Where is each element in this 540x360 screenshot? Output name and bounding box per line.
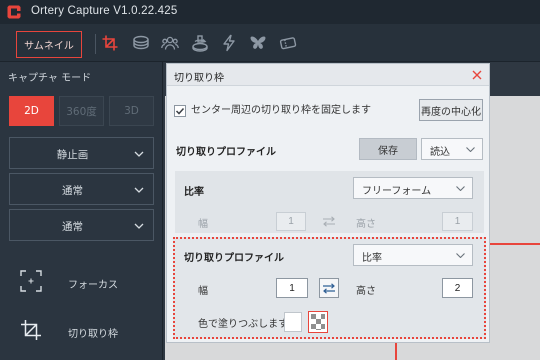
chevron-down-icon [466, 147, 475, 152]
width-label: 幅 [198, 286, 208, 297]
focus-tool-label[interactable]: フォーカス [68, 276, 118, 291]
capture-type-value: 静止画 [56, 149, 89, 161]
ratio-height-label: 高さ [356, 219, 376, 230]
save-button[interactable]: 保存 [359, 138, 417, 160]
fill-white-swatch[interactable] [284, 312, 302, 332]
crop-icon[interactable] [19, 318, 43, 342]
crop-icon[interactable] [101, 34, 119, 52]
ratio-select-value: フリーフォーム [362, 186, 432, 197]
ratio-width-input[interactable] [276, 212, 306, 231]
toolbar-divider [95, 34, 96, 54]
lightning-icon[interactable] [220, 34, 238, 52]
layers-icon[interactable] [132, 34, 150, 52]
checker-pattern [311, 314, 325, 330]
butterfly-icon[interactable] [249, 34, 267, 52]
app-title: Ortery Capture V1.0.22.425 [31, 5, 178, 17]
crop-profile-label: 切り取りプロファイル [176, 147, 276, 158]
height-label: 高さ [356, 286, 376, 297]
ortery-logo-icon [6, 4, 22, 20]
people-icon[interactable] [161, 34, 179, 52]
fill-transparent-swatch[interactable] [308, 311, 328, 333]
capture-type-select[interactable]: 静止画 [9, 137, 154, 169]
chevron-down-icon [134, 223, 144, 229]
width-input[interactable] [276, 278, 308, 298]
ratio-select[interactable]: フリーフォーム [353, 177, 473, 199]
chevron-down-icon [456, 253, 465, 258]
chevron-down-icon [134, 187, 144, 193]
mode-select-2-value: 通常 [62, 221, 83, 233]
profile-select[interactable]: 比率 [353, 244, 473, 266]
chevron-down-icon [134, 151, 144, 157]
fix-center-label[interactable]: センター周辺の切り取り枠を固定します [191, 105, 371, 117]
mode-select-1-value: 通常 [62, 185, 83, 197]
swap-dimensions-button[interactable] [319, 278, 339, 298]
crop-tool-label[interactable]: 切り取り枠 [68, 325, 118, 340]
profile-select-value: 比率 [362, 253, 382, 264]
mode-2d-button[interactable]: 2D [9, 96, 54, 126]
mode-select-2[interactable]: 通常 [9, 209, 154, 241]
crop-frame-dialog: 切り取り枠 センター周辺の切り取り枠を固定します 再度の中心化 切り取りプロファ… [166, 63, 490, 343]
capture-mode-label: キャプチャ モード [8, 73, 92, 84]
ratio-width-label: 幅 [198, 219, 208, 230]
mode-360-button[interactable]: 360度 [59, 96, 104, 126]
load-select-value: 読込 [430, 147, 450, 158]
fix-center-checkbox[interactable] [174, 105, 186, 117]
focus-icon[interactable] [19, 269, 43, 293]
mode-3d-button[interactable]: 3D [109, 96, 154, 126]
ratio-height-input[interactable] [442, 212, 473, 231]
close-icon[interactable] [472, 70, 482, 80]
profile-section-highlight: 切り取りプロファイル 比率 幅 高さ 色で塗りつぶします [173, 237, 486, 339]
ratio-label: 比率 [184, 187, 204, 198]
swap-icon [322, 216, 336, 227]
height-input[interactable] [442, 278, 473, 298]
dialog-title: 切り取り枠 [174, 73, 224, 84]
turntable-icon[interactable] [191, 34, 209, 52]
ratio-section: 比率 フリーフォーム 幅 高さ [175, 171, 484, 233]
profile-section-label: 切り取りプロファイル [184, 253, 284, 264]
swap-icon [322, 282, 336, 294]
load-select[interactable]: 読込 [421, 138, 483, 160]
ticket-icon[interactable] [279, 34, 297, 52]
thumbnail-button[interactable]: サムネイル [16, 31, 82, 58]
recenter-button[interactable]: 再度の中心化 [419, 99, 483, 121]
fill-color-label: 色で塗りつぶします [198, 319, 289, 330]
mode-select-1[interactable]: 通常 [9, 173, 154, 205]
chevron-down-icon [456, 186, 465, 191]
